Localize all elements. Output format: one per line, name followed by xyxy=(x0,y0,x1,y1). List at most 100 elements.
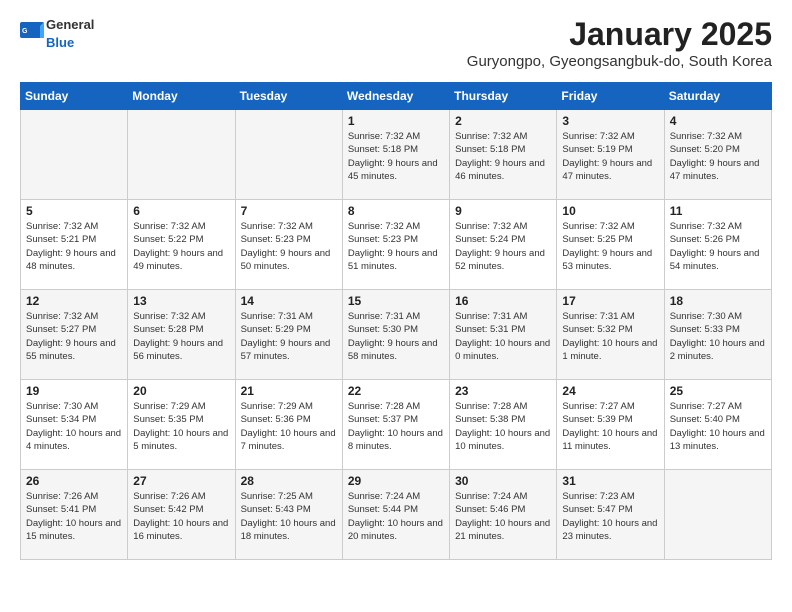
calendar-cell: 2 Sunrise: 7:32 AM Sunset: 5:18 PM Daylig… xyxy=(450,110,557,200)
day-info: Sunrise: 7:32 AM Sunset: 5:23 PM Dayligh… xyxy=(348,220,444,273)
day-info: Sunrise: 7:32 AM Sunset: 5:19 PM Dayligh… xyxy=(562,130,658,183)
day-info: Sunrise: 7:32 AM Sunset: 5:18 PM Dayligh… xyxy=(455,130,551,183)
day-number: 21 xyxy=(241,384,337,398)
generalblue-logo-icon: G xyxy=(20,22,44,46)
calendar-cell: 13Sunrise: 7:32 AM Sunset: 5:28 PM Dayli… xyxy=(128,290,235,380)
calendar-cell: 4 Sunrise: 7:32 AM Sunset: 5:20 PM Daylig… xyxy=(664,110,771,200)
day-info: Sunrise: 7:32 AM Sunset: 5:25 PM Dayligh… xyxy=(562,220,658,273)
day-info: Sunrise: 7:24 AM Sunset: 5:44 PM Dayligh… xyxy=(348,490,444,543)
day-info: Sunrise: 7:31 AM Sunset: 5:32 PM Dayligh… xyxy=(562,310,658,363)
calendar-table: SundayMondayTuesdayWednesdayThursdayFrid… xyxy=(20,82,772,560)
day-number: 8 xyxy=(348,204,444,218)
day-number: 11 xyxy=(670,204,766,218)
day-number: 13 xyxy=(133,294,229,308)
title-area: January 2025 Guryongpo, Gyeongsangbuk-do… xyxy=(467,16,772,78)
day-number: 31 xyxy=(562,474,658,488)
day-number: 12 xyxy=(26,294,122,308)
calendar-cell: 26 Sunrise: 7:26 AM Sunset: 5:41 PM Dayli… xyxy=(21,470,128,560)
day-number: 14 xyxy=(241,294,337,308)
calendar-cell: 25 Sunrise: 7:27 AM Sunset: 5:40 PM Dayli… xyxy=(664,380,771,470)
calendar-cell: 5 Sunrise: 7:32 AM Sunset: 5:21 PM Daylig… xyxy=(21,200,128,290)
day-number: 29 xyxy=(348,474,444,488)
week-row-5: 26 Sunrise: 7:26 AM Sunset: 5:41 PM Dayli… xyxy=(21,470,772,560)
calendar-cell: 17 Sunrise: 7:31 AM Sunset: 5:32 PM Dayli… xyxy=(557,290,664,380)
day-number: 3 xyxy=(562,114,658,128)
calendar-cell: 27Sunrise: 7:26 AM Sunset: 5:42 PM Dayli… xyxy=(128,470,235,560)
calendar-cell: 31Sunrise: 7:23 AM Sunset: 5:47 PM Dayli… xyxy=(557,470,664,560)
day-info: Sunrise: 7:32 AM Sunset: 5:23 PM Dayligh… xyxy=(241,220,337,273)
day-info: Sunrise: 7:32 AM Sunset: 5:24 PM Dayligh… xyxy=(455,220,551,273)
svg-text:G: G xyxy=(22,28,28,35)
day-info: Sunrise: 7:32 AM Sunset: 5:21 PM Dayligh… xyxy=(26,220,122,273)
location-subtitle: Guryongpo, Gyeongsangbuk-do, South Korea xyxy=(467,53,772,70)
day-info: Sunrise: 7:25 AM Sunset: 5:43 PM Dayligh… xyxy=(241,490,337,543)
day-info: Sunrise: 7:31 AM Sunset: 5:30 PM Dayligh… xyxy=(348,310,444,363)
calendar-cell: 22 Sunrise: 7:28 AM Sunset: 5:37 PM Dayli… xyxy=(342,380,449,470)
week-row-1: 1 Sunrise: 7:32 AM Sunset: 5:18 PM Daylig… xyxy=(21,110,772,200)
logo-blue: Blue xyxy=(46,35,74,50)
calendar-cell xyxy=(21,110,128,200)
day-number: 15 xyxy=(348,294,444,308)
weekday-header-saturday: Saturday xyxy=(664,83,771,110)
day-number: 17 xyxy=(562,294,658,308)
calendar-cell: 11Sunrise: 7:32 AM Sunset: 5:26 PM Dayli… xyxy=(664,200,771,290)
day-number: 30 xyxy=(455,474,551,488)
calendar-cell: 16 Sunrise: 7:31 AM Sunset: 5:31 PM Dayli… xyxy=(450,290,557,380)
day-info: Sunrise: 7:30 AM Sunset: 5:34 PM Dayligh… xyxy=(26,400,122,453)
day-number: 26 xyxy=(26,474,122,488)
day-number: 16 xyxy=(455,294,551,308)
calendar-cell: 10 Sunrise: 7:32 AM Sunset: 5:25 PM Dayli… xyxy=(557,200,664,290)
day-info: Sunrise: 7:29 AM Sunset: 5:36 PM Dayligh… xyxy=(241,400,337,453)
weekday-header-thursday: Thursday xyxy=(450,83,557,110)
day-info: Sunrise: 7:28 AM Sunset: 5:37 PM Dayligh… xyxy=(348,400,444,453)
day-number: 25 xyxy=(670,384,766,398)
day-info: Sunrise: 7:28 AM Sunset: 5:38 PM Dayligh… xyxy=(455,400,551,453)
calendar-cell: 20Sunrise: 7:29 AM Sunset: 5:35 PM Dayli… xyxy=(128,380,235,470)
month-title: January 2025 xyxy=(467,16,772,53)
day-info: Sunrise: 7:31 AM Sunset: 5:31 PM Dayligh… xyxy=(455,310,551,363)
calendar-cell: 30Sunrise: 7:24 AM Sunset: 5:46 PM Dayli… xyxy=(450,470,557,560)
day-info: Sunrise: 7:31 AM Sunset: 5:29 PM Dayligh… xyxy=(241,310,337,363)
calendar-cell xyxy=(128,110,235,200)
day-number: 4 xyxy=(670,114,766,128)
day-info: Sunrise: 7:32 AM Sunset: 5:20 PM Dayligh… xyxy=(670,130,766,183)
day-number: 2 xyxy=(455,114,551,128)
day-info: Sunrise: 7:32 AM Sunset: 5:18 PM Dayligh… xyxy=(348,130,444,183)
logo: G General Blue xyxy=(20,16,94,52)
day-number: 1 xyxy=(348,114,444,128)
day-number: 9 xyxy=(455,204,551,218)
day-info: Sunrise: 7:26 AM Sunset: 5:41 PM Dayligh… xyxy=(26,490,122,543)
day-number: 19 xyxy=(26,384,122,398)
day-info: Sunrise: 7:27 AM Sunset: 5:39 PM Dayligh… xyxy=(562,400,658,453)
day-info: Sunrise: 7:26 AM Sunset: 5:42 PM Dayligh… xyxy=(133,490,229,543)
day-info: Sunrise: 7:27 AM Sunset: 5:40 PM Dayligh… xyxy=(670,400,766,453)
calendar-cell: 12 Sunrise: 7:32 AM Sunset: 5:27 PM Dayli… xyxy=(21,290,128,380)
day-number: 7 xyxy=(241,204,337,218)
day-info: Sunrise: 7:29 AM Sunset: 5:35 PM Dayligh… xyxy=(133,400,229,453)
calendar-cell: 23 Sunrise: 7:28 AM Sunset: 5:38 PM Dayli… xyxy=(450,380,557,470)
calendar-cell: 18Sunrise: 7:30 AM Sunset: 5:33 PM Dayli… xyxy=(664,290,771,380)
calendar-cell: 7 Sunrise: 7:32 AM Sunset: 5:23 PM Daylig… xyxy=(235,200,342,290)
week-row-4: 19 Sunrise: 7:30 AM Sunset: 5:34 PM Dayli… xyxy=(21,380,772,470)
day-info: Sunrise: 7:32 AM Sunset: 5:27 PM Dayligh… xyxy=(26,310,122,363)
week-row-3: 12 Sunrise: 7:32 AM Sunset: 5:27 PM Dayli… xyxy=(21,290,772,380)
calendar-cell: 29 Sunrise: 7:24 AM Sunset: 5:44 PM Dayli… xyxy=(342,470,449,560)
day-number: 24 xyxy=(562,384,658,398)
day-number: 18 xyxy=(670,294,766,308)
calendar-cell: 21 Sunrise: 7:29 AM Sunset: 5:36 PM Dayli… xyxy=(235,380,342,470)
calendar-cell: 14 Sunrise: 7:31 AM Sunset: 5:29 PM Dayli… xyxy=(235,290,342,380)
weekday-header-row: SundayMondayTuesdayWednesdayThursdayFrid… xyxy=(21,83,772,110)
calendar-cell: 9 Sunrise: 7:32 AM Sunset: 5:24 PM Daylig… xyxy=(450,200,557,290)
day-number: 5 xyxy=(26,204,122,218)
day-number: 10 xyxy=(562,204,658,218)
calendar-cell: 6Sunrise: 7:32 AM Sunset: 5:22 PM Daylig… xyxy=(128,200,235,290)
day-number: 6 xyxy=(133,204,229,218)
page-header: G General Blue January 2025 Guryongpo, G… xyxy=(20,16,772,78)
calendar-cell: 3 Sunrise: 7:32 AM Sunset: 5:19 PM Daylig… xyxy=(557,110,664,200)
calendar-cell: 1 Sunrise: 7:32 AM Sunset: 5:18 PM Daylig… xyxy=(342,110,449,200)
calendar-cell: 8 Sunrise: 7:32 AM Sunset: 5:23 PM Daylig… xyxy=(342,200,449,290)
day-number: 22 xyxy=(348,384,444,398)
calendar-cell: 24 Sunrise: 7:27 AM Sunset: 5:39 PM Dayli… xyxy=(557,380,664,470)
day-number: 23 xyxy=(455,384,551,398)
calendar-cell: 19 Sunrise: 7:30 AM Sunset: 5:34 PM Dayli… xyxy=(21,380,128,470)
